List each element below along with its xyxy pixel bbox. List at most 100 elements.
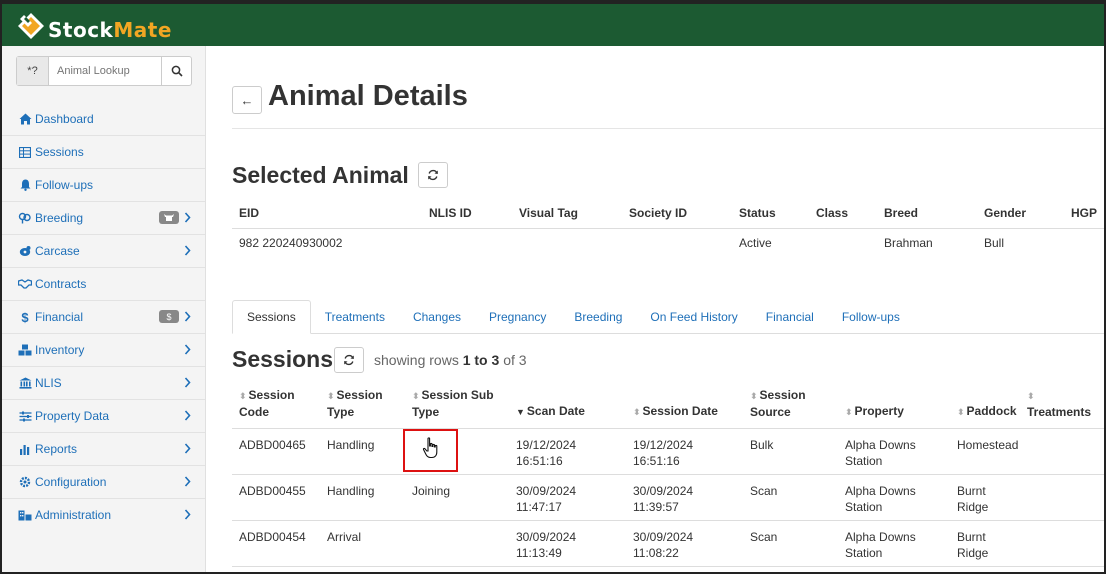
- main-content: ← Animal Details Selected Animal EID NLI…: [208, 46, 1104, 572]
- session-date: 30/09/2024: [633, 529, 694, 544]
- sidebar-nav: Dashboard Sessions Follow-ups Breeding C…: [2, 102, 205, 531]
- divider: [232, 128, 1104, 129]
- logo-text-part1: Stock: [48, 18, 114, 42]
- search-icon: [171, 65, 183, 77]
- column-header-session-type[interactable]: ⬍ Session Type: [320, 386, 405, 429]
- eid-cell: 982 220240930002: [239, 236, 343, 251]
- column-header: HGP: [1064, 198, 1104, 229]
- tab-financial[interactable]: Financial: [752, 300, 828, 334]
- column-header-session-date[interactable]: ⬍ Session Date: [626, 386, 743, 429]
- property-cell: Alpha Downs Station: [838, 520, 950, 567]
- column-header-line2: Type: [327, 404, 355, 419]
- tab-treatments[interactable]: Treatments: [311, 300, 399, 334]
- refresh-sessions-button[interactable]: [334, 347, 364, 373]
- paddock-cell: Burnt Ridge: [950, 520, 1020, 567]
- scan-date: 30/09/2024: [516, 483, 577, 498]
- wildcard-toggle[interactable]: *?: [17, 57, 49, 85]
- tab-changes[interactable]: Changes: [399, 300, 475, 334]
- column-header: Status: [732, 198, 809, 229]
- sort-icon: ⬍: [633, 406, 641, 417]
- sidebar-item-administration[interactable]: Administration: [2, 498, 205, 531]
- property-cell: Alpha Downs Station: [838, 428, 950, 475]
- logo-icon: [16, 11, 46, 41]
- refresh-icon: [428, 169, 438, 181]
- column-header-line2: Scan Date: [526, 403, 585, 418]
- column-header-session-code[interactable]: ⬍ Session Code: [232, 386, 320, 429]
- sidebar-item-configuration[interactable]: Configuration: [2, 465, 205, 498]
- session-source-cell: Scan: [743, 520, 838, 567]
- column-header-property[interactable]: ⬍ Property: [838, 386, 950, 429]
- hand-cursor-icon: [422, 437, 440, 462]
- sidebar-item-nlis[interactable]: NLIS: [2, 366, 205, 399]
- sort-icon: ⬍: [750, 390, 758, 401]
- tab-breeding[interactable]: Breeding: [560, 300, 636, 334]
- dollar-icon: $: [21, 309, 29, 325]
- logo[interactable]: StockMate: [16, 8, 172, 44]
- sidebar-item-sessions[interactable]: Sessions: [2, 135, 205, 168]
- column-header-paddock[interactable]: ⬍ Paddock: [950, 386, 1020, 429]
- back-button[interactable]: ←: [232, 86, 262, 114]
- table-row[interactable]: ADBD00454 Arrival 30/09/2024 11:13:49 30/…: [232, 520, 1104, 567]
- table-header-row: ⬍ Session Code ⬍ Session Type ⬍ Session Sub Ty…: [232, 386, 1104, 429]
- chevron-right-icon: [184, 509, 191, 523]
- scan-time: 11:47:17: [516, 499, 562, 514]
- treatments-cell: [1020, 428, 1104, 475]
- class-cell: [809, 228, 877, 258]
- column-header-session-source[interactable]: ⬍ Session Source: [743, 386, 838, 429]
- session-type-cell: Handling: [320, 428, 405, 475]
- sidebar-item-breeding[interactable]: Breeding: [2, 201, 205, 234]
- table-row[interactable]: ADBD00455 Handling Joining 30/09/2024 11:…: [232, 474, 1104, 521]
- column-header-scan-date[interactable]: ▼ Scan Date: [509, 386, 626, 429]
- session-time: 16:51:16: [633, 453, 680, 468]
- column-header-line1: Session: [336, 387, 383, 402]
- sidebar-item-label: Configuration: [35, 475, 107, 489]
- property-line2: Station: [845, 545, 883, 560]
- column-header-treatments[interactable]: ⬍ Treatments: [1020, 386, 1104, 429]
- property-line1: Alpha Downs: [845, 437, 916, 452]
- sidebar-item-follow-ups[interactable]: Follow-ups: [2, 168, 205, 201]
- cog-icon: [18, 475, 32, 489]
- property-cell: Alpha Downs Station: [838, 474, 950, 521]
- session-code-cell: ADBD00454: [232, 520, 320, 567]
- column-header-line2: Paddock: [966, 403, 1017, 418]
- sidebar-item-financial[interactable]: $ Financial $: [2, 300, 205, 333]
- sidebar-item-property-data[interactable]: Property Data: [2, 399, 205, 432]
- column-header: Visual Tag: [512, 198, 622, 229]
- tab-follow-ups[interactable]: Follow-ups: [828, 300, 914, 334]
- session-time: 11:39:57: [633, 499, 679, 514]
- property-line2: Station: [845, 499, 883, 514]
- society-id-cell: [622, 228, 732, 258]
- sidebar-item-inventory[interactable]: Inventory: [2, 333, 205, 366]
- column-header-line2: Code: [239, 404, 269, 419]
- table-row[interactable]: 982 220240930002 Active Brahman Bull: [232, 228, 1104, 258]
- session-source-cell: Bulk: [743, 428, 838, 475]
- paddock-line2: Ridge: [957, 499, 989, 514]
- session-type-cell: Arrival: [320, 520, 405, 567]
- column-header-line1: Session Sub: [421, 387, 494, 402]
- tab-on-feed-history[interactable]: On Feed History: [636, 300, 751, 334]
- column-header-session-sub-type[interactable]: ⬍ Session Sub Type: [405, 386, 509, 429]
- refresh-icon: [344, 354, 354, 366]
- sidebar-item-contracts[interactable]: Contracts: [2, 267, 205, 300]
- tab-sessions[interactable]: Sessions: [232, 300, 311, 334]
- sidebar-item-reports[interactable]: Reports: [2, 432, 205, 465]
- logo-text: StockMate: [48, 18, 172, 42]
- sidebar-item-carcase[interactable]: Carcase: [2, 234, 205, 267]
- chevron-right-icon: [184, 476, 191, 490]
- property-line1: Alpha Downs: [845, 529, 916, 544]
- sidebar-item-label: Administration: [35, 508, 112, 522]
- refresh-animal-button[interactable]: [418, 162, 448, 188]
- treatments-cell: [1020, 520, 1104, 567]
- sidebar-item-dashboard[interactable]: Dashboard: [2, 102, 205, 135]
- search-button[interactable]: [161, 57, 191, 85]
- gender-cell: Bull: [984, 236, 1005, 251]
- app-window: StockMate *? Dashboard Sessions Follow-u…: [0, 0, 1106, 574]
- gender-icon: [18, 211, 32, 225]
- cow-icon: [159, 211, 179, 224]
- table-row[interactable]: ADBD00465 Handling 19/12/2024 16:51:16 19…: [232, 428, 1104, 475]
- animal-lookup-input[interactable]: [49, 57, 161, 85]
- tab-pregnancy[interactable]: Pregnancy: [475, 300, 560, 334]
- admin-icon: [18, 508, 32, 522]
- sessions-heading: Sessions: [232, 346, 333, 372]
- bell-icon: [18, 178, 32, 192]
